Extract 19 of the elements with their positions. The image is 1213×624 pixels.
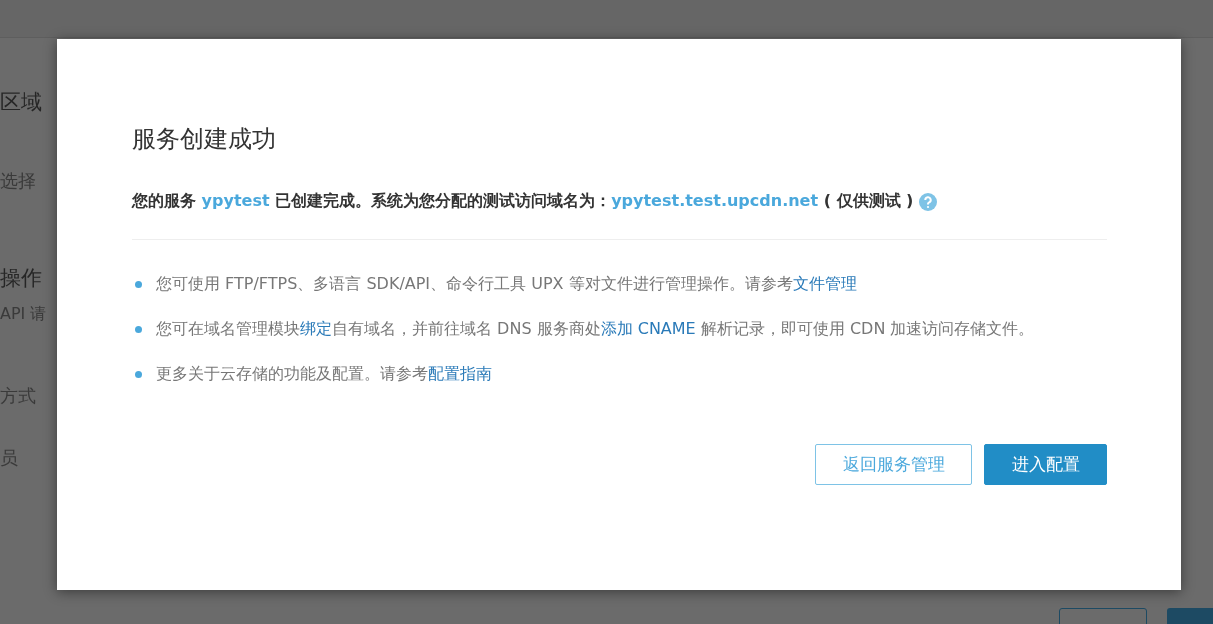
info-text: 您可在域名管理模块绑定自有域名，并前往域名 DNS 服务商处添加 CNAME 解析记录，即可使用 CDN 加速访问存储文件。 xyxy=(156,319,1035,339)
enter-config-button[interactable]: 进入配置 xyxy=(984,444,1107,485)
section-heading: 操作 xyxy=(0,265,42,292)
link[interactable]: 绑定 xyxy=(300,319,332,338)
help-icon[interactable] xyxy=(919,192,938,211)
link[interactable]: 配置指南 xyxy=(428,364,492,383)
success-message: 您的服务 ypytest 已创建完成。系统为您分配的测试访问域名为：ypytest.test.upcdn.net ( 仅供测试 ) xyxy=(132,191,914,212)
link[interactable]: 文件管理 xyxy=(792,274,857,293)
link[interactable]: 添加 CNAME xyxy=(600,319,696,338)
info-text: 更多关于云存储的功能及配置。请参考配置指南 xyxy=(156,364,492,384)
bullet-icon xyxy=(135,326,142,333)
info-text: 您可使用 FTP/FTPS、多语言 SDK/API、命令行工具 UPX 等对文件进行管理操作。请参考文件管理 xyxy=(156,274,857,294)
bullet-icon xyxy=(135,371,142,378)
section-heading: 区域 xyxy=(0,89,42,116)
dialog-title: 服务创建成功 xyxy=(132,124,277,155)
bullet-icon xyxy=(135,281,142,288)
back-button[interactable]: 返回服务管理 xyxy=(815,444,972,485)
link[interactable]: ypytest.test.upcdn.net xyxy=(611,191,819,210)
link[interactable]: ypytest xyxy=(201,191,270,210)
